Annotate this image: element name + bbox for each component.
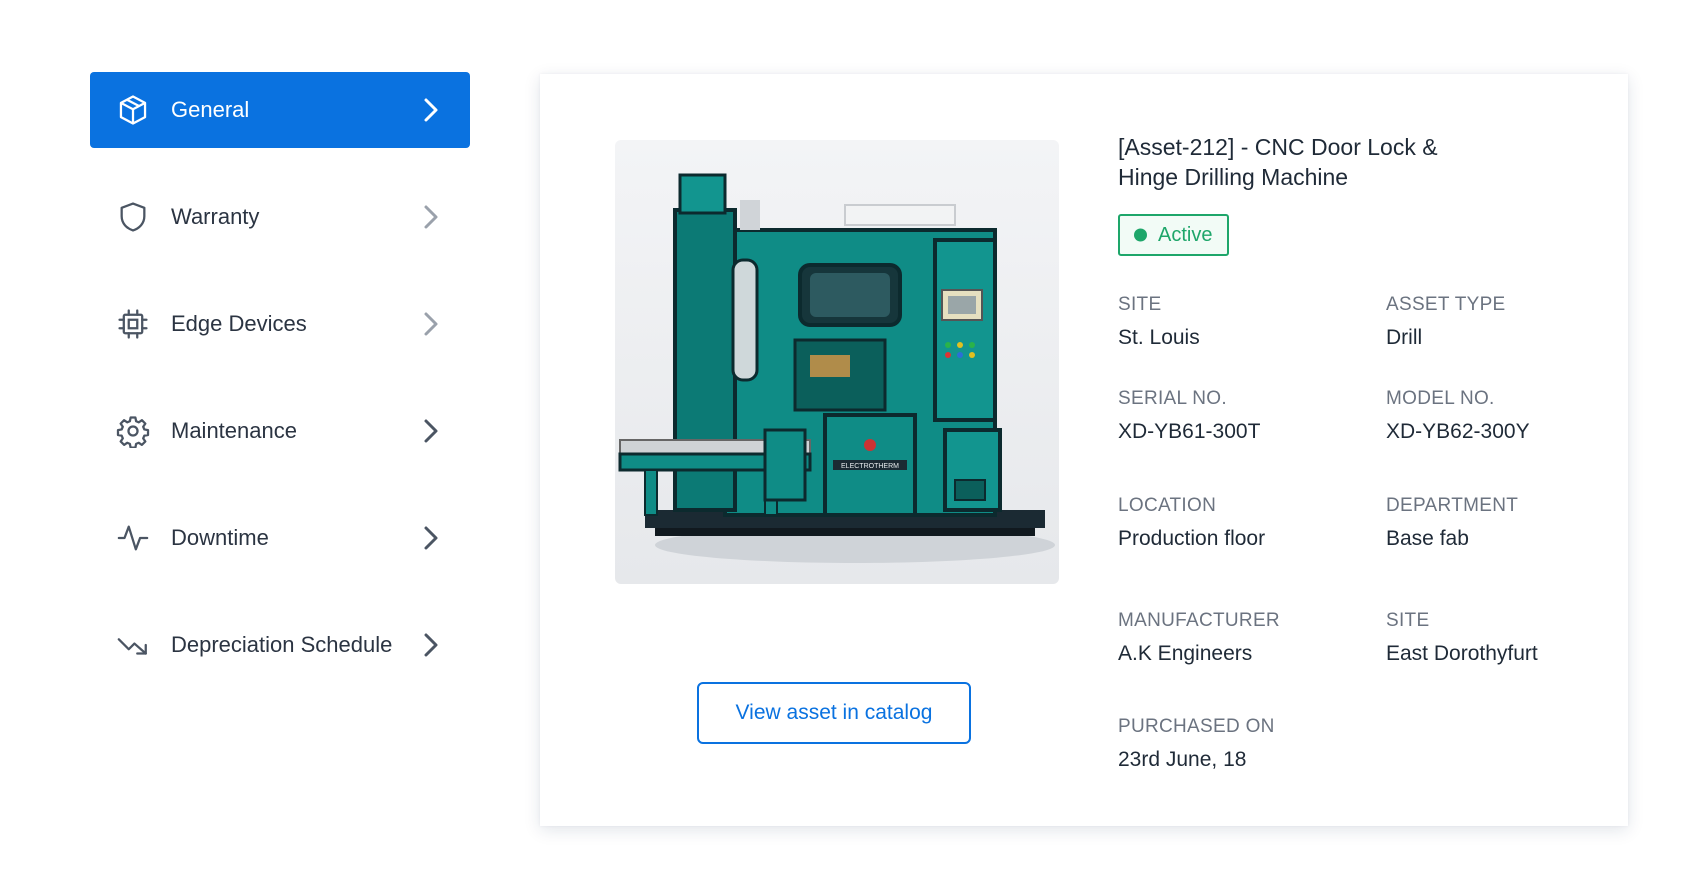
sidebar-item-edge-devices[interactable]: Edge Devices [90, 286, 470, 362]
chevron-right-icon [420, 203, 442, 231]
sidebar-item-downtime[interactable]: Downtime [90, 500, 470, 576]
chevron-right-icon [420, 417, 442, 445]
field-site-secondary: SITE East Dorothyfurt [1386, 610, 1538, 666]
field-value: Drill [1386, 326, 1423, 349]
sidebar-item-label: Depreciation Schedule [171, 632, 393, 657]
field-value: East Dorothyfurt [1386, 642, 1538, 665]
field-value: XD-YB61-300T [1118, 420, 1261, 443]
status-label: Active [1158, 223, 1213, 246]
sidebar-item-label: Edge Devices [171, 311, 307, 336]
chip-icon [116, 307, 150, 341]
field-value: 23rd June, 18 [1118, 748, 1247, 771]
chevron-right-icon [420, 96, 442, 124]
sidebar-item-label: Maintenance [171, 418, 297, 443]
field-label: MODEL NO. [1386, 388, 1495, 409]
field-serial-no: SERIAL NO. XD-YB61-300T [1118, 388, 1260, 444]
status-badge: Active [1118, 214, 1230, 256]
sidebar-item-depreciation-schedule[interactable]: Depreciation Schedule [90, 607, 470, 683]
field-value: St. Louis [1118, 326, 1200, 349]
sidebar-item-label: General [171, 97, 250, 122]
chevron-right-icon [420, 524, 442, 552]
pulse-icon [116, 521, 150, 555]
field-label: ASSET TYPE [1386, 294, 1506, 315]
sidebar-item-maintenance[interactable]: Maintenance [90, 393, 470, 469]
chevron-right-icon [420, 310, 442, 338]
field-department: DEPARTMENT Base fab [1386, 495, 1518, 551]
field-site: SITE St. Louis [1118, 294, 1200, 350]
field-value: Production floor [1118, 527, 1266, 550]
machine-brand-label: ELECTROTHERM [841, 463, 899, 470]
sidebar-item-label: Downtime [171, 525, 269, 550]
sidebar-nav: General Warranty Edge Devices Maintenanc… [90, 72, 470, 714]
field-label: MANUFACTURER [1118, 610, 1280, 631]
field-label: DEPARTMENT [1386, 495, 1519, 516]
sidebar-item-label: Warranty [171, 204, 260, 229]
sidebar-item-general[interactable]: General [90, 72, 470, 148]
trending-down-icon [116, 628, 150, 662]
field-label: SITE [1386, 610, 1430, 631]
gear-icon [116, 414, 150, 448]
field-label: LOCATION [1118, 495, 1217, 516]
field-value: A.K Engineers [1118, 642, 1253, 665]
chevron-right-icon [420, 631, 442, 659]
field-model-no: MODEL NO. XD-YB62-300Y [1386, 388, 1530, 444]
field-manufacturer: MANUFACTURER A.K Engineers [1118, 610, 1280, 666]
field-label: SERIAL NO. [1118, 388, 1227, 409]
field-purchased-on: PURCHASED ON 23rd June, 18 [1118, 716, 1275, 772]
sidebar-item-warranty[interactable]: Warranty [90, 179, 470, 255]
field-value: XD-YB62-300Y [1386, 420, 1530, 443]
field-asset-type: ASSET TYPE Drill [1386, 294, 1506, 350]
asset-image: ELECTROTHERM [615, 140, 1059, 584]
view-in-catalog-button[interactable]: View asset in catalog [697, 682, 971, 744]
cube-icon [116, 93, 150, 127]
field-location: LOCATION Production floor [1118, 495, 1265, 551]
field-label: SITE [1118, 294, 1162, 315]
asset-details-card: ELECTROTHERM View asset in catalog [Asse… [540, 74, 1628, 826]
status-dot-icon [1134, 228, 1147, 242]
machine-illustration: ELECTROTHERM [618, 173, 1055, 563]
field-label: PURCHASED ON [1118, 716, 1275, 737]
shield-icon [116, 200, 150, 234]
asset-title: [Asset-212] - CNC Door Lock & Hinge Dril… [1118, 134, 1438, 190]
field-value: Base fab [1386, 527, 1469, 550]
